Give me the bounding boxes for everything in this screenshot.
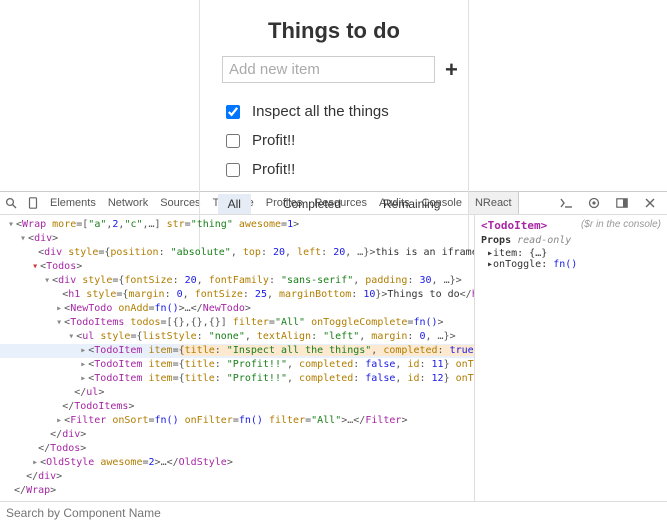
todo-item: Profit!! — [222, 126, 446, 155]
console-hint: ($r in the console) — [581, 219, 661, 230]
todo-label: Inspect all the things — [252, 103, 389, 120]
prop-row[interactable]: ▸item: {…} — [481, 248, 661, 259]
rendered-page: Things to do + Inspect all the things Pr… — [0, 0, 667, 191]
component-tree[interactable]: ▾<Wrap more=["a",2,"c",…] str="thing" aw… — [0, 215, 475, 501]
props-label: Props — [481, 235, 511, 246]
filter-completed[interactable]: Completed — [273, 194, 351, 214]
inspect-icon[interactable] — [0, 192, 22, 214]
devtools-panel: Elements Network Sources Timeline Profil… — [0, 191, 667, 523]
new-todo-input[interactable] — [222, 56, 435, 83]
tab-elements[interactable]: Elements — [44, 192, 102, 214]
todo-checkbox[interactable] — [226, 134, 240, 148]
component-search — [0, 501, 667, 523]
todo-item: Profit!! — [222, 155, 446, 184]
todo-checkbox[interactable] — [226, 105, 240, 119]
filter-bar: All Completed Remaining — [222, 194, 446, 214]
todo-checkbox[interactable] — [226, 163, 240, 177]
props-panel: ($r in the console) <TodoItem> Props rea… — [475, 215, 667, 501]
close-icon[interactable] — [639, 192, 661, 214]
todo-item: Inspect all the things — [222, 97, 446, 126]
device-icon[interactable] — [22, 192, 44, 214]
todo-label: Profit!! — [252, 161, 295, 178]
readonly-label: read-only — [517, 235, 571, 246]
console-toggle-icon[interactable] — [555, 192, 577, 214]
tab-network[interactable]: Network — [102, 192, 154, 214]
gear-icon[interactable] — [583, 192, 605, 214]
page-title: Things to do — [222, 18, 446, 44]
add-icon[interactable]: + — [445, 59, 458, 81]
filter-all[interactable]: All — [218, 194, 251, 214]
todo-label: Profit!! — [252, 132, 295, 149]
search-input[interactable] — [0, 506, 667, 520]
prop-row[interactable]: ▸onToggle: fn() — [481, 259, 661, 270]
tab-nreact[interactable]: NReact — [468, 192, 519, 214]
filter-remaining[interactable]: Remaining — [373, 194, 450, 214]
dock-icon[interactable] — [611, 192, 633, 214]
